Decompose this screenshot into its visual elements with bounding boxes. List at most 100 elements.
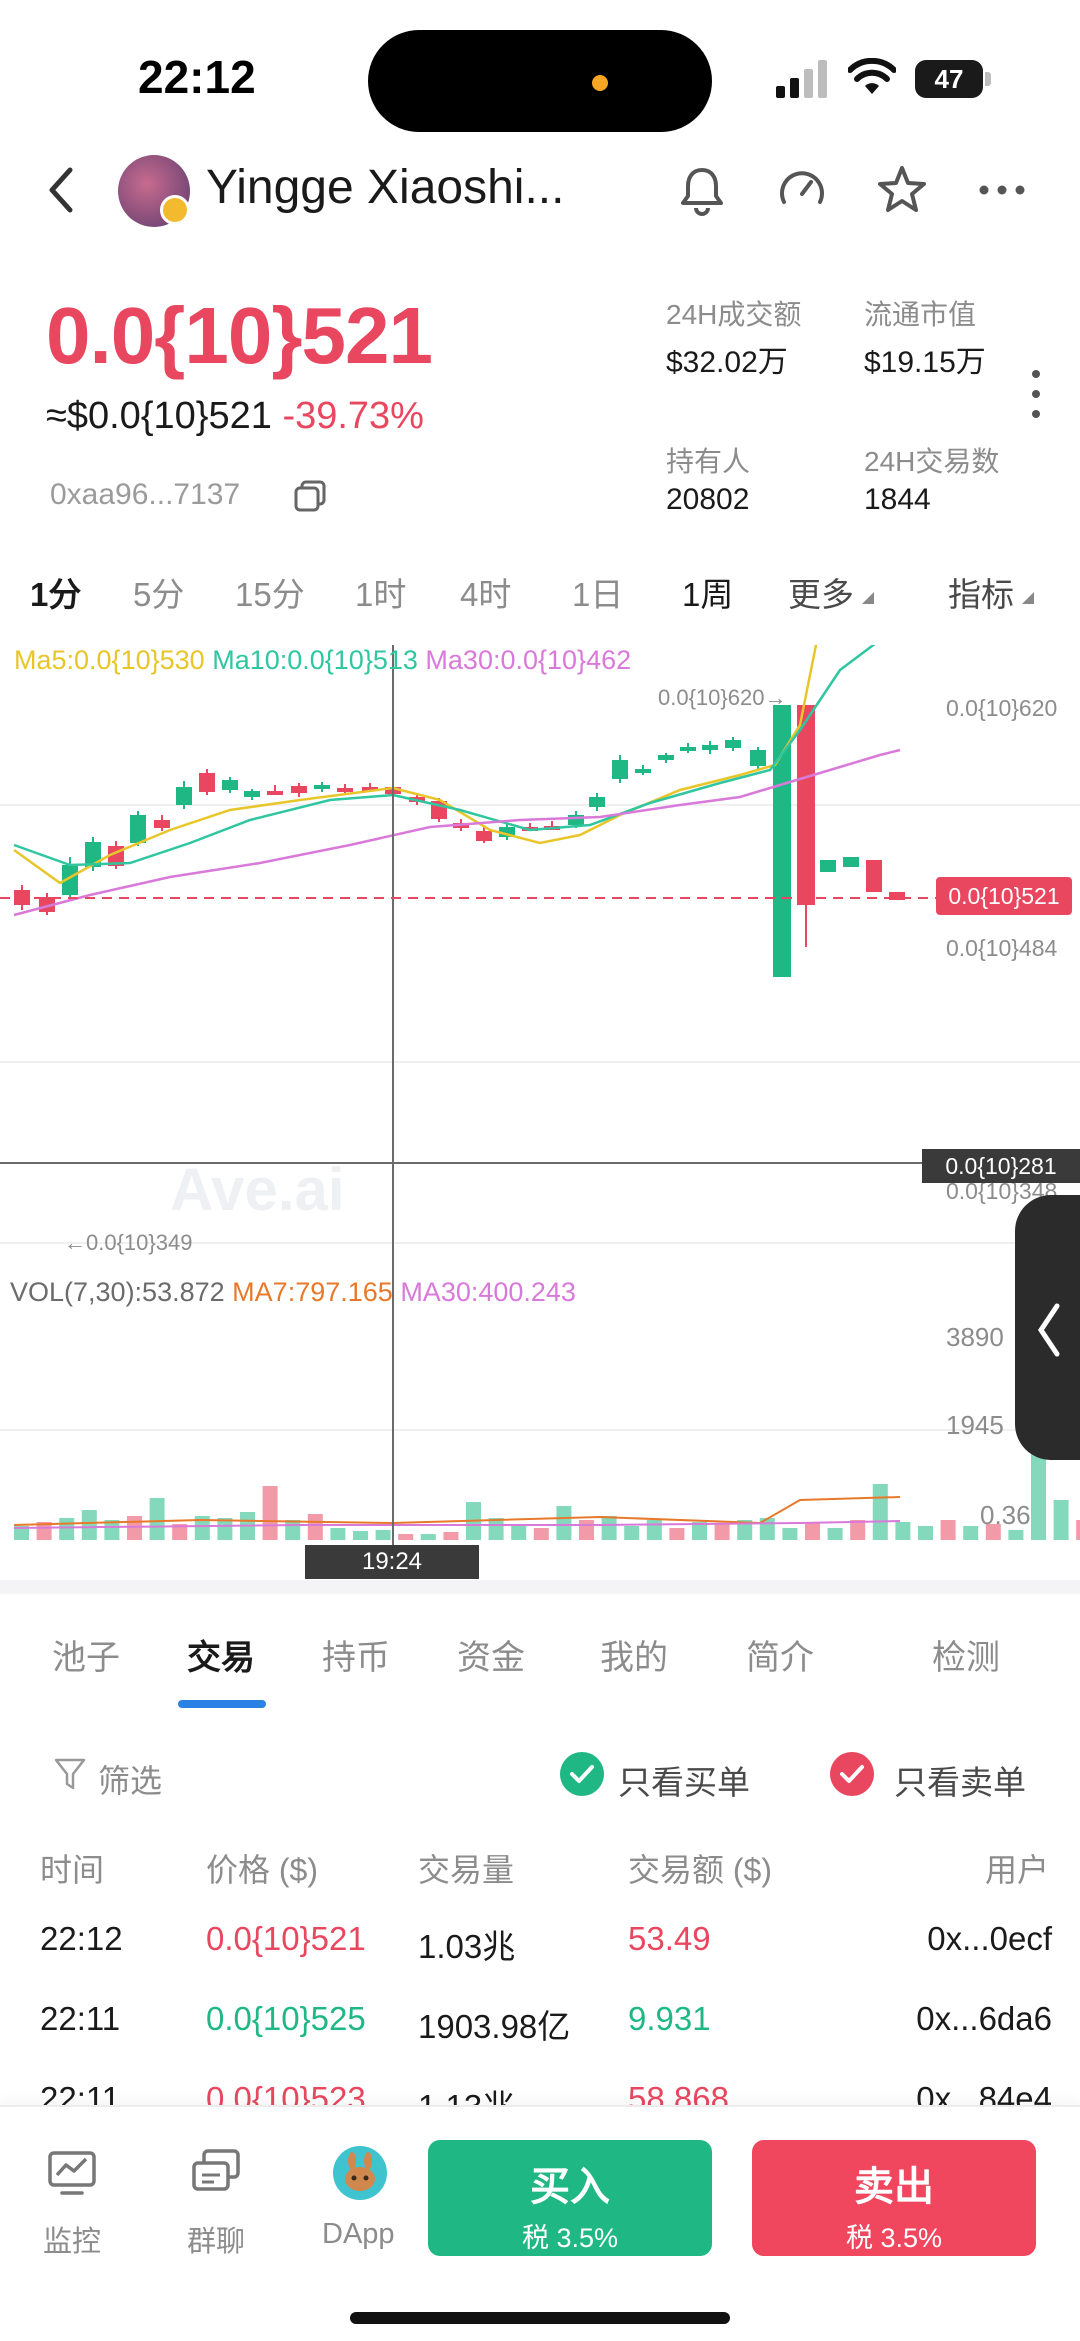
row-time: 22:11 (40, 2000, 121, 2037)
row-user[interactable]: 0x...0ecf (927, 1920, 1052, 1958)
copy-icon[interactable] (292, 478, 328, 514)
row-quantity: 1.03兆 (418, 1928, 516, 1965)
price-change-percent: -39.73% (282, 395, 424, 437)
candle-body (612, 760, 628, 779)
sell-only-label[interactable]: 只看卖单 (894, 1756, 1026, 1804)
ma30-line (13, 748, 901, 917)
sell-tax-label: 税 3.5% (845, 2223, 943, 2253)
more-horizontal-icon[interactable] (972, 160, 1032, 220)
table-row[interactable] (0, 1912, 1080, 1972)
crosshair-price-label: 0.0{10}281 (922, 1149, 1080, 1183)
buy-only-label[interactable]: 只看买单 (618, 1756, 750, 1804)
speedometer-icon[interactable] (772, 160, 832, 220)
vol-ma7-legend: MA7:797.165 (232, 1277, 393, 1307)
tab-intro[interactable]: 简介 (746, 1630, 814, 1679)
col-header-price: 价格 ($) (206, 1852, 319, 1888)
wifi-icon (848, 58, 896, 94)
candle-body (866, 860, 882, 892)
volume-bar (669, 1528, 685, 1540)
star-icon[interactable] (872, 160, 932, 220)
stat-value-24h-volume: $32.02万 (666, 346, 788, 379)
candle-body (130, 815, 146, 843)
col-header-quantity: 交易量 (418, 1852, 515, 1888)
tab-check[interactable]: 检测 (932, 1630, 1000, 1679)
candle-body (199, 773, 215, 792)
dapp-bunny-icon[interactable] (332, 2145, 388, 2201)
candle-body (820, 860, 836, 872)
vol-legend: VOL(7,30):53.872 (10, 1277, 225, 1307)
buy-button[interactable]: 买入 税 3.5% (428, 2140, 712, 2256)
volume-bar (714, 1524, 730, 1540)
volume-bar (398, 1534, 414, 1540)
privacy-indicator-dot (592, 75, 608, 91)
ma5-line (13, 645, 818, 885)
indicator-menu[interactable]: 指标 (948, 568, 1014, 616)
buy-tax-label: 税 3.5% (521, 2223, 619, 2253)
timeframe-1m[interactable]: 1分 (30, 568, 81, 616)
price-axis-mid: 0.0{10}484 (946, 935, 1058, 961)
candle-body (154, 820, 170, 828)
bell-icon[interactable] (672, 160, 732, 220)
monitor-icon[interactable] (44, 2145, 100, 2201)
filter-label[interactable]: 筛选 (98, 1756, 162, 1802)
candlestick-chart[interactable]: Ave.ai Ma5:0.0{10}530 Ma10:0.0{10}513 Ma… (0, 645, 1080, 1579)
volume-bar (533, 1528, 549, 1540)
monitor-label[interactable]: 监控 (43, 2218, 101, 2260)
current-price: 0.0{10}521 (46, 291, 433, 380)
tab-pool[interactable]: 池子 (52, 1630, 120, 1679)
volume-bar (285, 1520, 301, 1540)
row-price: 0.0{10}521 (206, 1920, 366, 1957)
volume-bar (1008, 1530, 1024, 1540)
candle-body (725, 740, 741, 748)
volume-bar (511, 1524, 527, 1540)
candle-body (337, 788, 353, 792)
ma5-legend: Ma5:0.0{10}530 (14, 645, 205, 675)
sell-only-check-icon[interactable] (830, 1752, 874, 1796)
candle-body (702, 745, 718, 750)
timeframe-more[interactable]: 更多 (788, 568, 854, 616)
timeframe-15m[interactable]: 15分 (235, 568, 305, 616)
chevron-left-icon (1037, 1303, 1060, 1357)
ma-legend: Ma5:0.0{10}530 Ma10:0.0{10}513 Ma30:0.0{… (14, 645, 631, 676)
vol-ma30-legend: MA30:400.243 (400, 1277, 576, 1307)
volume-bar (149, 1498, 165, 1540)
volume-bar (127, 1516, 142, 1540)
chart-canvas[interactable]: Ave.ai (0, 645, 1080, 1575)
back-icon[interactable] (38, 160, 88, 220)
col-header-amount: 交易额 ($) (628, 1852, 773, 1888)
sell-button[interactable]: 卖出 税 3.5% (752, 2140, 1036, 2256)
more-vertical-icon[interactable] (1030, 368, 1042, 420)
stat-value-market-cap: $19.15万 (864, 346, 986, 379)
usd-price: ≈$0.0{10}521 (46, 395, 272, 437)
row-time: 22:12 (40, 1920, 123, 1957)
token-name[interactable]: Yingge Xiaoshi... (206, 160, 564, 215)
tabs-bar (0, 1580, 1080, 1710)
volume-bar (420, 1534, 436, 1540)
tab-funds[interactable]: 资金 (457, 1630, 525, 1679)
side-panel-handle[interactable] (1015, 1195, 1080, 1460)
timeframe-5m[interactable]: 5分 (133, 568, 184, 616)
group-chat-icon[interactable] (188, 2145, 244, 2201)
col-header-time: 时间 (40, 1852, 105, 1888)
timeframe-1d[interactable]: 1日 (572, 568, 623, 616)
timeframe-1w[interactable]: 1周 (682, 568, 733, 616)
volume-bar (782, 1528, 798, 1540)
row-user[interactable]: 0x...6da6 (916, 2000, 1052, 2038)
tab-holders[interactable]: 持币 (322, 1630, 390, 1679)
dapp-label[interactable]: DApp (322, 2218, 395, 2251)
tab-trades[interactable]: 交易 (187, 1630, 255, 1679)
volume-bar (963, 1526, 979, 1540)
volume-bar (307, 1514, 323, 1540)
timeframe-4h[interactable]: 4时 (460, 568, 511, 616)
tab-mine[interactable]: 我的 (600, 1630, 668, 1679)
status-time: 22:12 (138, 51, 256, 103)
filter-icon[interactable] (54, 1756, 86, 1792)
ma10-line (13, 645, 876, 867)
col-header-user: 用户 (985, 1852, 1050, 1888)
volume-bar (895, 1522, 911, 1540)
timeframe-1h[interactable]: 1时 (355, 568, 406, 616)
dropdown-caret-icon (862, 592, 874, 604)
group-chat-label[interactable]: 群聊 (187, 2218, 245, 2260)
volume-bar (330, 1528, 346, 1540)
buy-only-check-icon[interactable] (560, 1752, 604, 1796)
